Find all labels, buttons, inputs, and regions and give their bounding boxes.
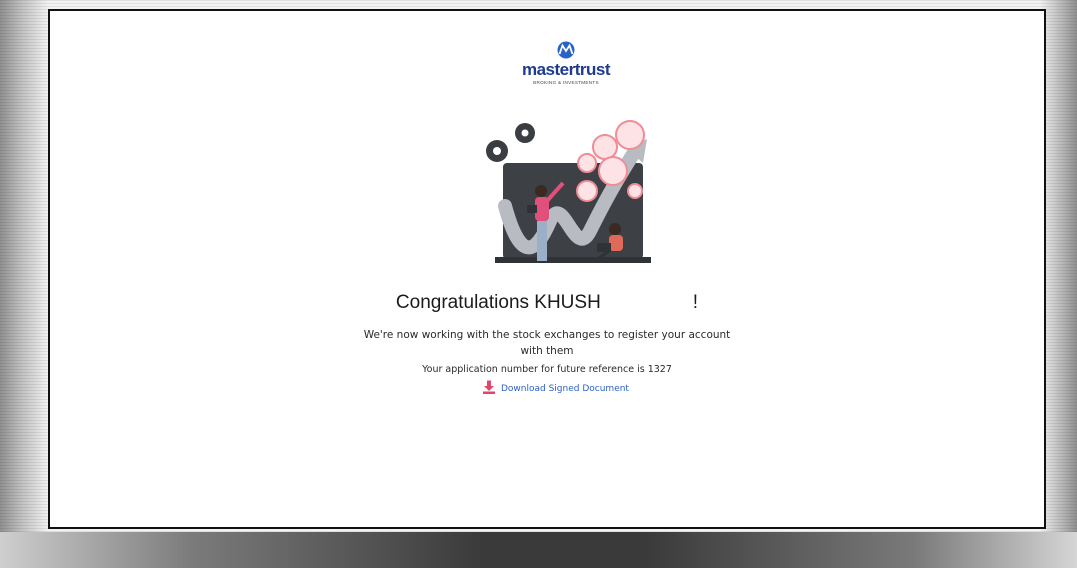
heading-exclamation: !: [692, 292, 699, 313]
bottom-band: [0, 532, 1077, 568]
logo-mark-icon: [555, 41, 577, 59]
heading-text: Congratulations KHUSH: [395, 292, 601, 313]
download-signed-document-link[interactable]: Download Signed Document: [482, 380, 629, 397]
logo-word-master: master: [521, 60, 575, 79]
status-message: We're now working with the stock exchang…: [50, 327, 1044, 359]
download-icon: [482, 380, 496, 397]
logo-wordmark: mastertrust: [506, 60, 626, 80]
message-line-1: We're now working with the stock exchang…: [363, 329, 731, 341]
mastertrust-logo: mastertrust BROKING & INVESTMENTS: [506, 41, 626, 101]
gear-icon: [486, 123, 535, 162]
success-illustration: [475, 111, 655, 276]
download-label: Download Signed Document: [501, 383, 629, 394]
application-number: Your application number for future refer…: [422, 364, 672, 375]
message-line-2: with them: [520, 345, 574, 357]
logo-tagline: BROKING & INVESTMENTS: [533, 80, 599, 85]
congratulations-heading: Congratulations KHUSH!: [50, 292, 1044, 314]
confirmation-panel: mastertrust BROKING & INVESTMENTS Congra…: [48, 9, 1046, 529]
logo-word-trust: trust: [574, 60, 611, 79]
